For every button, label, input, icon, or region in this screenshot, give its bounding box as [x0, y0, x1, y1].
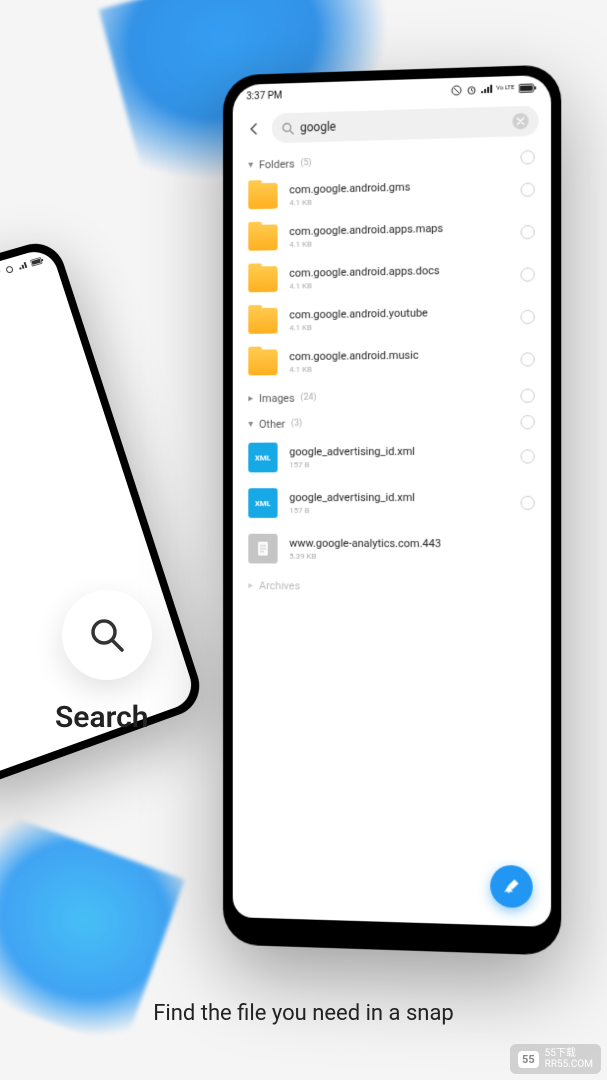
close-icon: [516, 117, 524, 125]
alarm-icon: [4, 264, 16, 274]
folder-item[interactable]: com.google.android.music 4.1 KB: [233, 338, 551, 384]
file-item[interactable]: www.google-analytics.com.443 5.39 KB: [233, 526, 551, 573]
item-size: 4.1 KB: [289, 363, 508, 374]
broom-icon: [501, 876, 521, 897]
section-count: (5): [300, 158, 311, 168]
section-label: Archives: [259, 579, 300, 592]
network-label: Vo LTE: [496, 85, 514, 92]
item-select[interactable]: [521, 267, 535, 281]
select-all-other[interactable]: [521, 415, 535, 429]
section-label: Folders: [259, 157, 295, 171]
item-name: com.google.android.apps.docs: [289, 263, 508, 280]
item-size: 4.1 KB: [289, 278, 508, 291]
section-count: (3): [291, 419, 302, 429]
section-images-header[interactable]: ▸ Images (24): [233, 380, 551, 409]
folder-item[interactable]: com.google.android.gms 4.1 KB: [233, 168, 551, 218]
folder-icon: [248, 266, 277, 292]
item-name: google_advertising_id.xml: [289, 491, 508, 504]
chevron-left-icon: [247, 122, 261, 136]
section-label: Images: [259, 391, 295, 404]
item-size: 157 B: [289, 460, 508, 470]
item-select[interactable]: [521, 496, 535, 510]
item-select[interactable]: [521, 182, 535, 196]
dnd-icon: [451, 84, 462, 95]
select-all-folders[interactable]: [521, 150, 535, 165]
item-size: 5.39 KB: [289, 552, 534, 562]
item-size: 4.1 KB: [289, 320, 508, 332]
primary-phone-frame: 3:37 PM Vo LTE google ▾: [223, 64, 561, 955]
item-size: 4.1 KB: [289, 236, 508, 249]
back-button[interactable]: [244, 119, 263, 139]
item-select[interactable]: [521, 310, 535, 324]
folder-icon: [248, 183, 277, 209]
item-name: www.google-analytics.com.443: [289, 537, 534, 551]
chevron-right-icon: ▸: [248, 393, 253, 404]
folder-item[interactable]: com.google.android.apps.maps 4.1 KB: [233, 210, 551, 259]
section-other-header[interactable]: ▾ Other (3): [233, 407, 551, 435]
item-name: com.google.android.music: [289, 348, 508, 364]
signal-icon: [17, 261, 29, 271]
status-time: 3:37 PM: [246, 90, 282, 102]
watermark-line2: RR55.COM: [545, 1059, 593, 1070]
select-all-images[interactable]: [521, 389, 535, 403]
watermark-line1: 55下载: [545, 1048, 593, 1059]
tagline: Find the file you need in a snap: [0, 1001, 607, 1026]
clean-fab[interactable]: [490, 865, 533, 909]
folder-item[interactable]: com.google.android.youtube 4.1 KB: [233, 295, 551, 342]
section-count: (24): [300, 393, 316, 403]
chevron-down-icon: ▾: [248, 159, 253, 170]
item-select[interactable]: [521, 225, 535, 239]
folder-icon: [248, 349, 277, 375]
battery-icon: [519, 83, 537, 93]
section-archives-header[interactable]: ▸ Archives: [233, 571, 551, 598]
item-name: com.google.android.youtube: [289, 305, 508, 321]
alarm-icon: [466, 84, 477, 95]
search-input[interactable]: google: [272, 106, 539, 144]
status-icons: •••: [0, 255, 46, 279]
search-heading: Search: [55, 700, 148, 735]
section-label: Other: [259, 417, 285, 430]
xml-file-icon: XML: [248, 443, 277, 473]
search-query: google: [300, 115, 506, 135]
search-icon: [87, 615, 127, 655]
file-item[interactable]: XML google_advertising_id.xml 157 B: [233, 433, 551, 480]
item-name: google_advertising_id.xml: [289, 444, 508, 458]
search-icon: [281, 121, 294, 134]
file-item[interactable]: XML google_advertising_id.xml 157 B: [233, 480, 551, 527]
item-select[interactable]: [521, 352, 535, 366]
battery-icon: [30, 256, 45, 267]
folder-item[interactable]: com.google.android.apps.docs 4.1 KB: [233, 253, 551, 301]
chevron-down-icon: ▾: [248, 418, 253, 429]
search-badge: [62, 590, 152, 680]
watermark-logo: 55: [518, 1051, 539, 1068]
clear-search-button[interactable]: [512, 113, 528, 130]
document-icon: [248, 534, 277, 564]
watermark: 55 55下载 RR55.COM: [510, 1044, 601, 1074]
screen: 3:37 PM Vo LTE google ▾: [233, 75, 551, 927]
xml-file-icon: XML: [248, 488, 277, 518]
folder-icon: [248, 308, 277, 334]
chevron-right-icon: ▸: [248, 580, 253, 591]
item-select[interactable]: [521, 449, 535, 463]
signal-icon: [481, 84, 492, 93]
item-size: 157 B: [289, 506, 508, 515]
folder-icon: [248, 224, 277, 250]
